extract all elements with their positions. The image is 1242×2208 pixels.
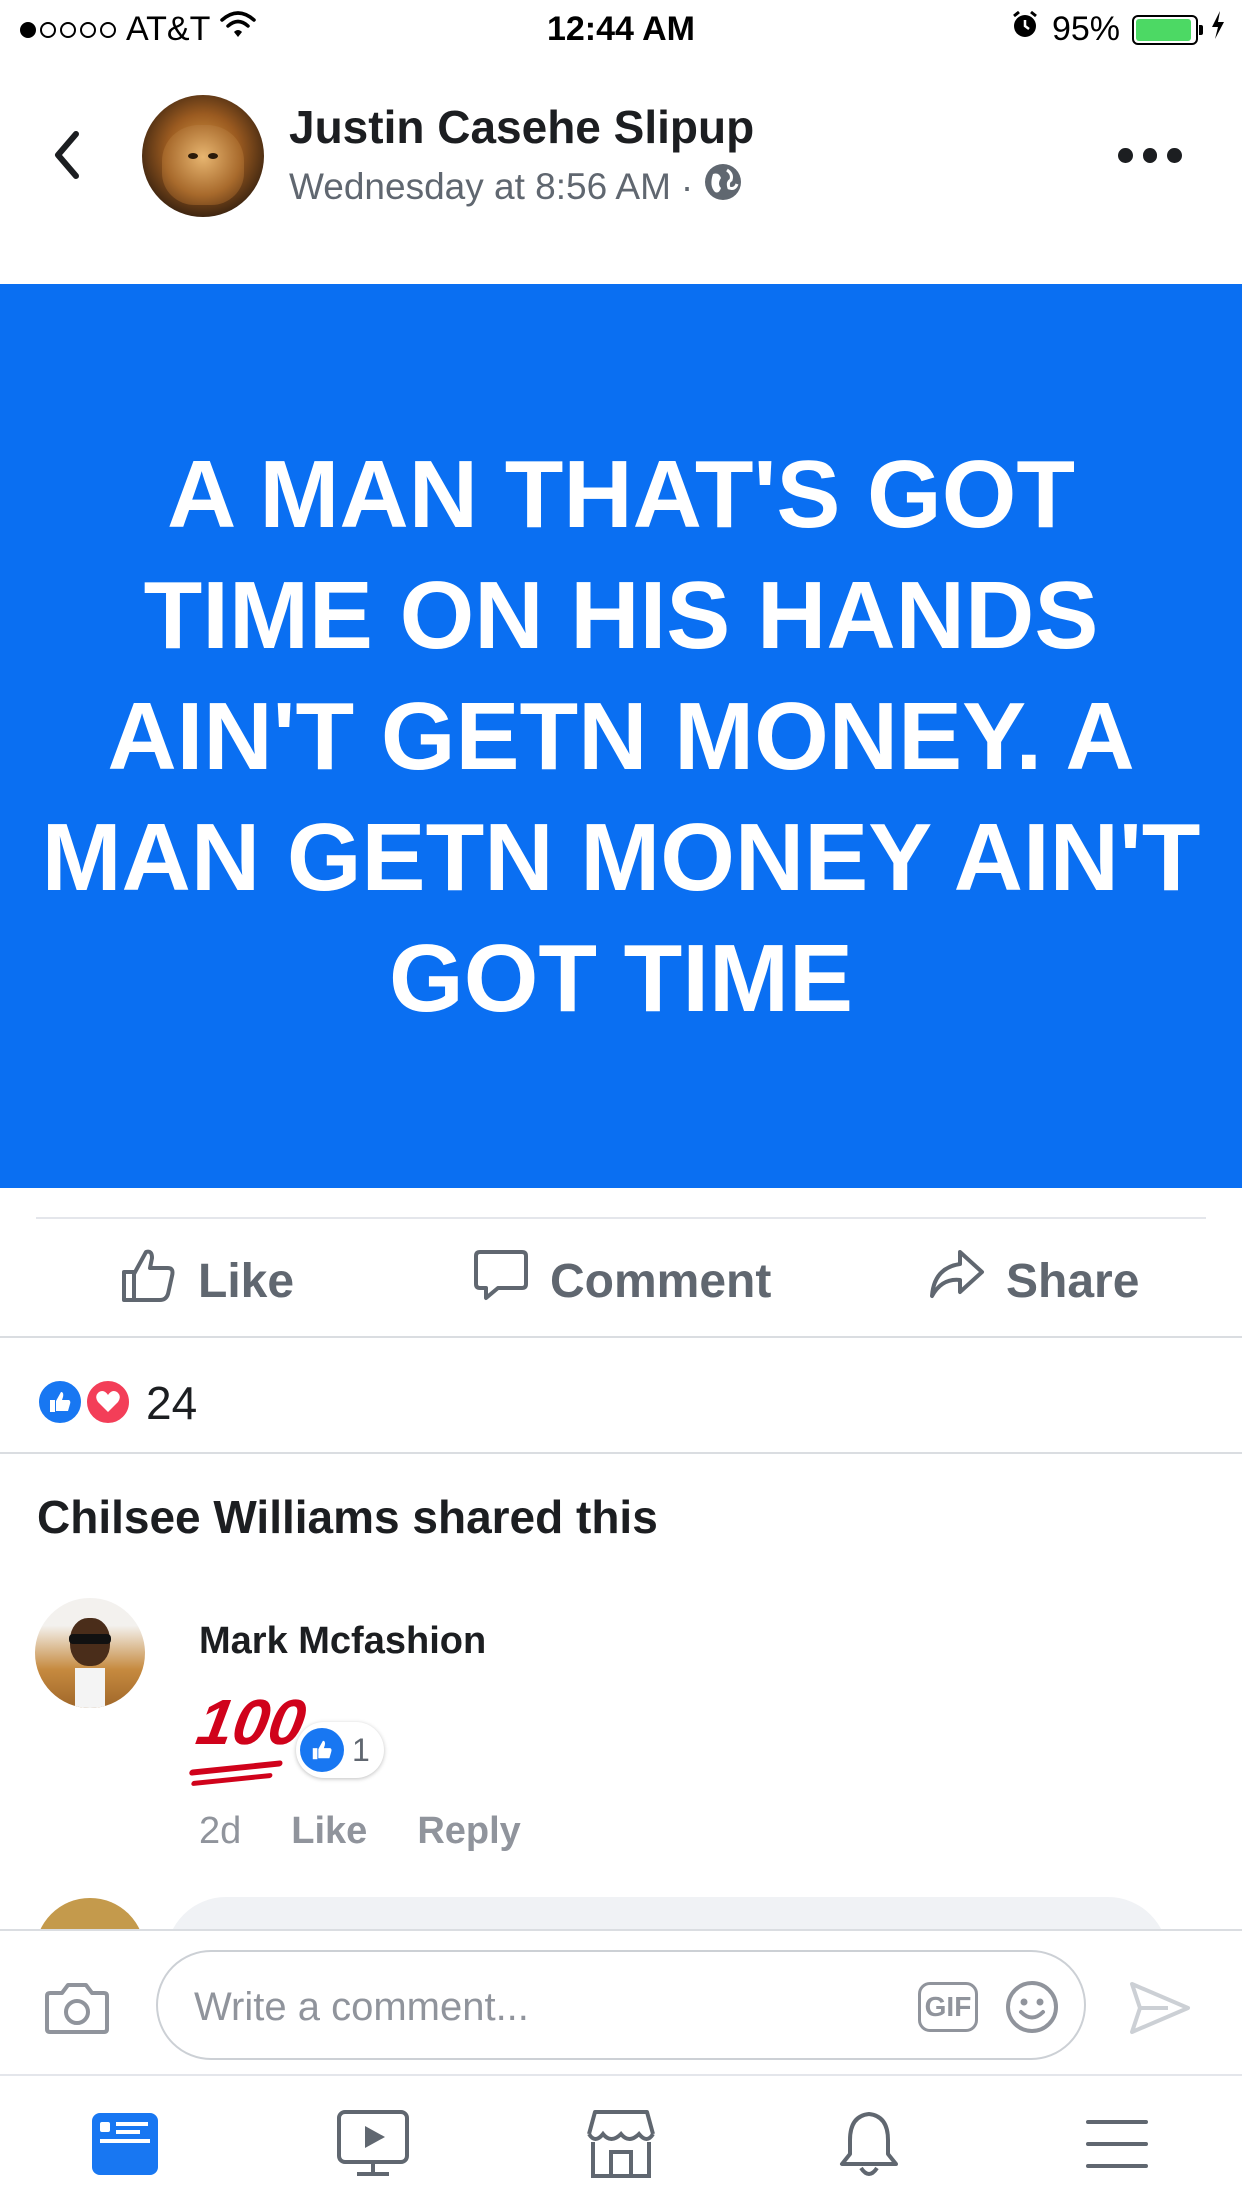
- comment-reaction-badge[interactable]: 1: [296, 1722, 384, 1778]
- comment-composer: GIF: [0, 1929, 1242, 2074]
- post-text: A MAN THAT'S GOT TIME ON HIS HANDS AIN'T…: [41, 440, 1201, 1032]
- tab-watch[interactable]: [333, 2106, 413, 2186]
- post-header: Justin Casehe Slipup Wednesday at 8:56 A…: [0, 90, 1242, 220]
- share-arrow-icon: [928, 1246, 986, 1316]
- post-timestamp[interactable]: Wednesday at 8:56 AM: [289, 166, 671, 208]
- thumbs-up-icon: [120, 1246, 178, 1316]
- tab-news-feed[interactable]: [85, 2106, 165, 2186]
- alarm-icon: [1010, 10, 1040, 49]
- comment-like-button[interactable]: Like: [291, 1810, 367, 1853]
- commenter-avatar[interactable]: [35, 1598, 145, 1708]
- author-avatar[interactable]: [142, 95, 264, 217]
- like-reaction-icon: [300, 1728, 344, 1772]
- commenter-name[interactable]: Mark Mcfashion: [199, 1620, 486, 1663]
- globe-icon: [703, 162, 743, 211]
- comment-box[interactable]: GIF: [156, 1950, 1086, 2060]
- comment-reply-button[interactable]: Reply: [417, 1810, 520, 1853]
- tab-marketplace[interactable]: [581, 2106, 661, 2186]
- comment-reaction-count: 1: [352, 1731, 370, 1768]
- share-label: Share: [1006, 1254, 1140, 1308]
- hamburger-menu-icon: [1082, 2114, 1152, 2179]
- divider: [36, 1217, 1206, 1219]
- love-reaction-icon: [84, 1378, 132, 1426]
- comment-input[interactable]: [194, 1982, 814, 2032]
- more-options-button[interactable]: [1118, 140, 1183, 170]
- reaction-icons: [36, 1378, 136, 1426]
- back-button[interactable]: [40, 120, 100, 190]
- status-bar: AT&T 12:44 AM 95%: [0, 0, 1242, 62]
- storefront-icon: [583, 2108, 659, 2185]
- gif-button[interactable]: GIF: [918, 1982, 978, 2032]
- emoji-button[interactable]: [1004, 1979, 1060, 2035]
- tab-notifications[interactable]: [829, 2106, 909, 2186]
- reaction-count: 24: [146, 1377, 198, 1429]
- shared-by-label[interactable]: Chilsee Williams shared this: [37, 1490, 658, 1544]
- hundred-points-emoji: 100: [189, 1685, 312, 1787]
- meta-separator: ·: [680, 165, 694, 207]
- post-action-bar: Like Comment Share: [0, 1220, 1242, 1338]
- news-feed-icon: [90, 2109, 160, 2184]
- send-button[interactable]: [1128, 1978, 1192, 2038]
- comment-bubble-icon: [472, 1246, 530, 1316]
- charging-icon: [1210, 10, 1226, 49]
- comment-button[interactable]: Comment: [472, 1246, 771, 1316]
- bell-icon: [834, 2108, 904, 2185]
- post-meta: Wednesday at 8:56 AM ·: [289, 162, 743, 211]
- comment-age: 2d: [199, 1810, 242, 1852]
- battery-percent: 95%: [1051, 10, 1120, 48]
- like-reaction-icon: [36, 1378, 84, 1426]
- post-content-card[interactable]: A MAN THAT'S GOT TIME ON HIS HANDS AIN'T…: [0, 284, 1242, 1188]
- like-button[interactable]: Like: [120, 1246, 294, 1316]
- author-name[interactable]: Justin Casehe Slipup: [289, 100, 754, 154]
- share-button[interactable]: Share: [928, 1246, 1139, 1316]
- bottom-tab-bar: [0, 2074, 1242, 2208]
- status-right: 95%: [1010, 10, 1226, 49]
- like-label: Like: [198, 1254, 295, 1308]
- camera-button[interactable]: [44, 1981, 110, 2035]
- tab-menu[interactable]: [1077, 2106, 1157, 2186]
- comment-actions: 2d Like Reply: [199, 1810, 521, 1853]
- battery-icon: [1132, 14, 1203, 45]
- reactions-summary[interactable]: 24: [0, 1340, 1242, 1454]
- hundred-points-text: 100: [191, 1686, 312, 1758]
- comment-label: Comment: [550, 1254, 772, 1308]
- video-play-icon: [335, 2108, 411, 2185]
